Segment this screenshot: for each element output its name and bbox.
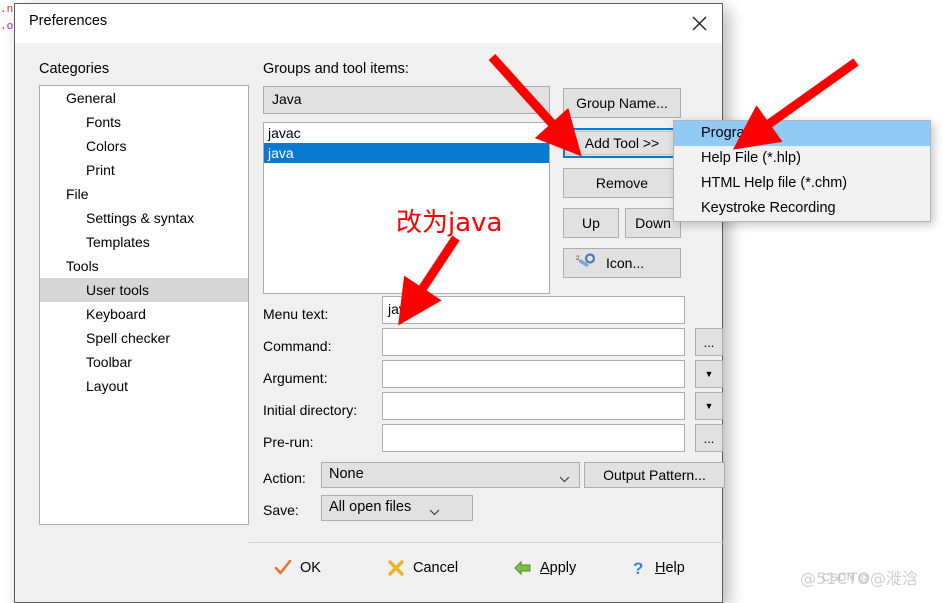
save-label: Save: <box>263 502 299 518</box>
action-combobox-value: None <box>329 466 364 482</box>
apply-button-label: Apply <box>540 560 576 576</box>
category-item-user-tools[interactable]: User tools <box>40 278 248 302</box>
close-x-icon <box>383 559 409 577</box>
footer-divider <box>249 542 724 543</box>
argument-input[interactable] <box>382 360 685 388</box>
group-combobox-value: Java <box>272 91 302 107</box>
menu-text-label: Menu text: <box>263 306 329 322</box>
cancel-button[interactable]: Cancel <box>383 552 458 584</box>
category-item-tools[interactable]: Tools <box>40 254 248 278</box>
categories-label: Categories <box>39 61 110 77</box>
category-item-file[interactable]: File <box>40 182 248 206</box>
action-combobox[interactable]: None <box>321 462 580 488</box>
apply-rest: pply <box>549 560 577 576</box>
category-item-general[interactable]: General <box>40 86 248 110</box>
category-item-colors[interactable]: Colors <box>40 134 248 158</box>
tool-item-javac[interactable]: javac <box>264 123 549 143</box>
save-combobox[interactable]: All open files <box>321 495 473 521</box>
category-item-fonts[interactable]: Fonts <box>40 110 248 134</box>
initial-directory-label: Initial directory: <box>263 402 358 418</box>
categories-list[interactable]: General Fonts Colors Print File Settings… <box>39 85 249 525</box>
initial-directory-input[interactable] <box>382 392 685 420</box>
ok-button-label: OK <box>300 560 321 576</box>
add-tool-popup-menu[interactable]: Program Help File (*.hlp) HTML Help file… <box>673 120 931 222</box>
argument-label: Argument: <box>263 370 328 386</box>
category-item-settings-syntax[interactable]: Settings & syntax <box>40 206 248 230</box>
remove-button[interactable]: Remove <box>563 168 681 198</box>
apply-accelerator: A <box>540 560 550 576</box>
wrench-icon: 2 <box>576 252 596 274</box>
dialog-title: Preferences <box>29 13 108 29</box>
add-tool-button[interactable]: Add Tool >> <box>563 128 681 158</box>
arrow-left-icon <box>510 559 536 577</box>
watermark-secondary: CSDN @ <box>822 572 871 584</box>
category-item-toolbar[interactable]: Toolbar <box>40 350 248 374</box>
help-button[interactable]: ? Help <box>625 552 685 584</box>
category-item-templates[interactable]: Templates <box>40 230 248 254</box>
close-icon[interactable] <box>676 4 722 42</box>
annotation-note-text: 改为java <box>396 208 503 238</box>
category-item-spell-checker[interactable]: Spell checker <box>40 326 248 350</box>
help-button-label: Help <box>655 560 685 576</box>
chevron-down-icon <box>530 97 541 112</box>
help-accelerator: H <box>655 560 666 576</box>
command-browse-button[interactable]: ... <box>695 328 723 356</box>
help-rest: elp <box>665 560 685 576</box>
cancel-button-label: Cancel <box>413 560 459 576</box>
command-input[interactable] <box>382 328 685 356</box>
pre-run-label: Pre-run: <box>263 434 314 450</box>
menu-item-help-file[interactable]: Help File (*.hlp) <box>674 146 930 171</box>
icon-button-label: Icon... <box>606 255 645 271</box>
argument-dropdown-button[interactable]: ▼ <box>695 360 723 388</box>
menu-text-input[interactable]: java <box>382 296 685 324</box>
icon-button[interactable]: 2 Icon... <box>563 248 681 278</box>
background-code-text: .n .o <box>0 2 13 36</box>
svg-text:?: ? <box>633 559 643 577</box>
pre-run-input[interactable] <box>382 424 685 452</box>
command-label: Command: <box>263 338 332 354</box>
group-name-button[interactable]: Group Name... <box>563 88 681 118</box>
question-mark-icon: ? <box>625 559 651 577</box>
category-item-keyboard[interactable]: Keyboard <box>40 302 248 326</box>
save-combobox-value: All open files <box>329 499 412 515</box>
watermark: @51CTO@漇浛 CSDN @ <box>800 563 945 593</box>
menu-item-program[interactable]: Program <box>674 121 930 146</box>
ok-button[interactable]: OK <box>270 552 321 584</box>
background-code-line-1: .n <box>0 4 14 16</box>
group-combobox[interactable]: Java <box>263 86 550 114</box>
chevron-down-icon <box>559 471 570 486</box>
category-item-print[interactable]: Print <box>40 158 248 182</box>
menu-item-html-help-file[interactable]: HTML Help file (*.chm) <box>674 171 930 196</box>
add-tool-button-label: Add Tool >> <box>566 131 678 155</box>
menu-item-keystroke-recording[interactable]: Keystroke Recording <box>674 196 930 221</box>
groups-label: Groups and tool items: <box>263 61 409 77</box>
initial-directory-dropdown-button[interactable]: ▼ <box>695 392 723 420</box>
background-code-line-2: .o <box>0 21 14 33</box>
tool-item-java[interactable]: java <box>264 143 549 163</box>
category-item-layout[interactable]: Layout <box>40 374 248 398</box>
action-label: Action: <box>263 470 306 486</box>
apply-button[interactable]: Apply <box>510 552 576 584</box>
preferences-dialog: Preferences Categories General Fonts Col… <box>14 3 725 603</box>
check-icon <box>270 559 296 577</box>
move-up-button[interactable]: Up <box>563 208 619 238</box>
menu-text-value: java <box>388 301 414 317</box>
output-pattern-button[interactable]: Output Pattern... <box>584 462 725 488</box>
chevron-down-icon <box>429 504 440 519</box>
pre-run-browse-button[interactable]: ... <box>695 424 723 452</box>
dialog-titlebar: Preferences <box>15 4 722 43</box>
